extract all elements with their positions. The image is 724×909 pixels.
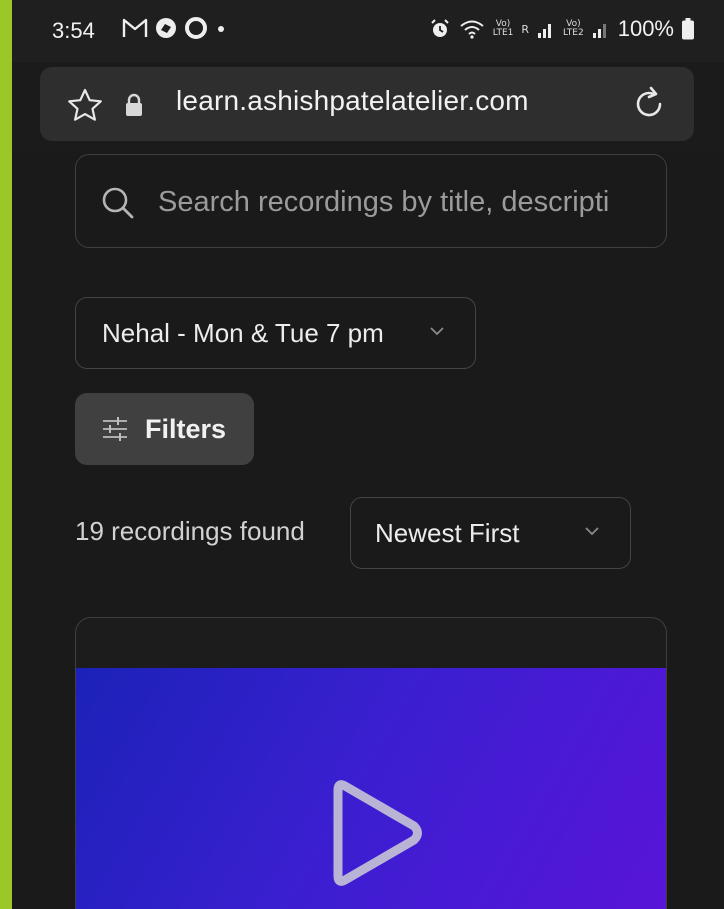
- battery-icon: [682, 18, 694, 40]
- lock-icon[interactable]: [124, 93, 144, 117]
- url-text[interactable]: learn.ashishpatelatelier.com: [176, 85, 529, 117]
- class-select-value: Nehal - Mon & Tue 7 pm: [102, 317, 384, 348]
- class-select-dropdown[interactable]: Nehal - Mon & Tue 7 pm: [75, 297, 476, 369]
- chevron-down-icon: [430, 327, 444, 336]
- battery-percent: 100%: [617, 16, 674, 41]
- signal-sim2-icon: [592, 24, 606, 38]
- search-icon: [102, 187, 134, 219]
- wifi-icon: [460, 20, 484, 39]
- search-box[interactable]: [75, 154, 667, 248]
- browser-address-bar[interactable]: learn.ashishpatelatelier.com: [40, 67, 694, 141]
- status-notifications: [122, 16, 228, 40]
- recording-thumbnail[interactable]: [76, 668, 666, 909]
- more-notifications-dot-icon: [218, 26, 224, 32]
- recordings-page: Nehal - Mon & Tue 7 pm Filters 19 record…: [12, 150, 724, 909]
- circle-app-icon: [185, 17, 207, 39]
- sim1-label: Vo) LTE1: [492, 19, 514, 38]
- status-indicators: Vo) LTE1 R Vo) LTE2 100%: [429, 16, 694, 42]
- sort-dropdown[interactable]: Newest First: [350, 497, 631, 569]
- bookmark-star-icon[interactable]: [66, 87, 104, 123]
- phone-screen: 3:54 Vo) LTE1 R Vo) LTE2 100% learn.ashi…: [12, 0, 724, 909]
- signal-sim1-icon: [538, 24, 552, 38]
- search-input[interactable]: [156, 179, 660, 225]
- app-notification-icon: [156, 18, 176, 38]
- reload-icon[interactable]: [630, 85, 668, 123]
- sort-dropdown-value: Newest First: [375, 517, 520, 548]
- status-time: 3:54: [52, 18, 95, 43]
- filters-button[interactable]: Filters: [75, 393, 254, 465]
- recordings-count: 19 recordings found: [75, 516, 305, 546]
- recording-card[interactable]: [75, 617, 667, 909]
- status-bar: 3:54 Vo) LTE1 R Vo) LTE2 100%: [12, 0, 724, 62]
- alarm-icon: [430, 19, 449, 37]
- filters-button-label: Filters: [145, 413, 227, 444]
- gmail-icon: [122, 18, 148, 37]
- play-icon[interactable]: [326, 778, 426, 888]
- roaming-label: R: [521, 22, 530, 36]
- chevron-down-icon: [585, 527, 599, 536]
- sim2-label: Vo) LTE2: [563, 19, 584, 38]
- filter-sliders-icon: [103, 417, 127, 441]
